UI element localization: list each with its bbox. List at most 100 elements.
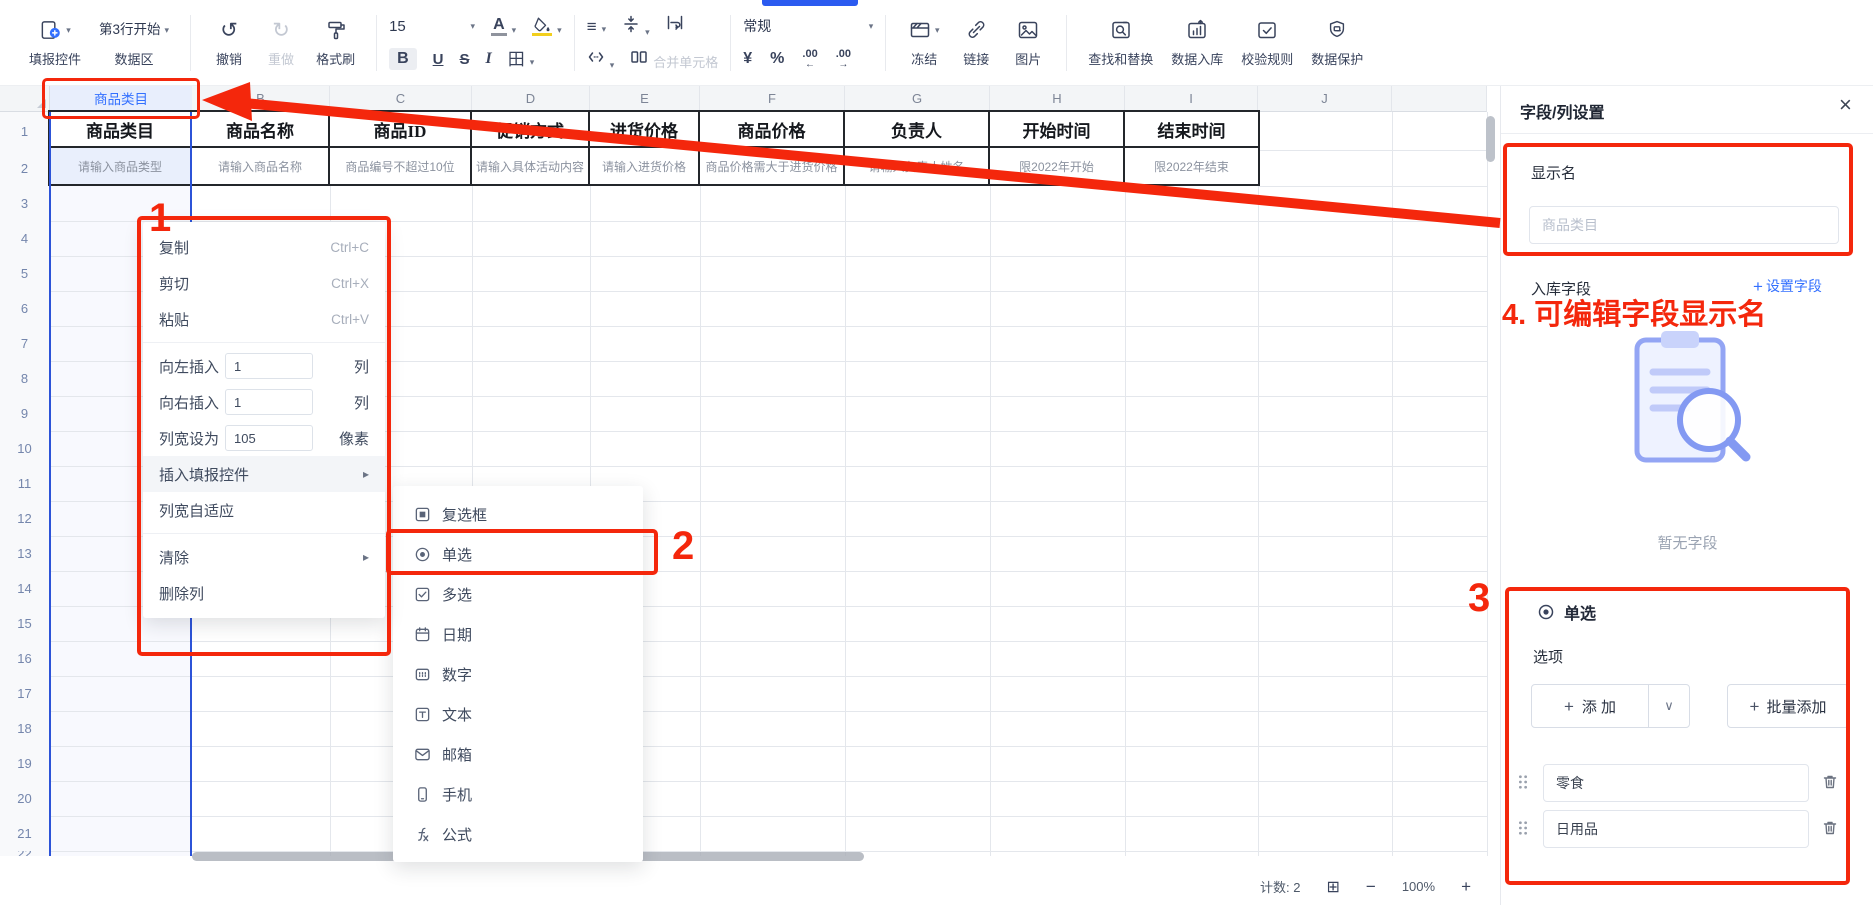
data-area-selector[interactable]: 第3行开始 ▾ 数据区 [90,6,178,80]
row-header-14[interactable]: 14 [0,571,50,606]
number-format-select[interactable]: 常规 [743,16,771,36]
column-header-B[interactable]: B [192,86,330,112]
header-cell[interactable]: 商品价格 [700,112,845,148]
row-header-18[interactable]: 18 [0,711,50,746]
row-header-7[interactable]: 7 [0,326,50,361]
percent-format-button[interactable]: % [770,50,784,68]
option-value-input[interactable]: 日用品 [1543,810,1809,848]
italic-button[interactable]: I [486,50,492,68]
row-header-20[interactable]: 20 [0,781,50,816]
row-header-21[interactable]: 21 [0,816,50,851]
header-cell[interactable]: 结束时间 [1125,112,1258,148]
image-button[interactable]: 图片 [1002,6,1054,80]
undo-button[interactable]: ↺ 撤销 [203,6,255,80]
delete-option-icon[interactable] [1821,819,1841,839]
submenu-item-2[interactable]: 多选 [393,574,643,614]
header-cell[interactable]: 促销方式 [472,112,590,148]
fill-control-button[interactable]: ▾ 填报控件 [20,6,90,80]
bold-button[interactable]: B [389,48,417,70]
row-header-10[interactable]: 10 [0,431,50,466]
column-header-a-field-tab[interactable]: 商品类目 [50,86,192,112]
placeholder-cell[interactable]: 请输入商品类型 [50,148,192,184]
menu-item-10[interactable]: 清除▸ [143,539,385,575]
header-cell[interactable]: 开始时间 [990,112,1125,148]
placeholder-cell[interactable]: 商品编号不超过10位 [330,148,472,184]
column-header-G[interactable]: G [845,86,990,112]
menu-item-1[interactable]: 剪切Ctrl+X [143,265,385,301]
menu-item-11[interactable]: 删除列 [143,575,385,611]
decrease-decimal-button[interactable]: .00← [802,49,817,70]
submenu-item-7[interactable]: 手机 [393,774,643,814]
row-header-3[interactable]: 3 [0,186,50,221]
submenu-item-3[interactable]: 日期 [393,614,643,654]
vertical-scrollbar[interactable] [1486,116,1495,162]
wrap-text-button[interactable] [666,15,684,38]
row-header-6[interactable]: 6 [0,291,50,326]
display-name-input[interactable]: 商品类目 [1529,206,1839,244]
column-header-J[interactable]: J [1258,86,1392,112]
row-header-9[interactable]: 9 [0,396,50,431]
column-header-D[interactable]: D [472,86,590,112]
drag-handle-icon[interactable] [1516,819,1532,839]
font-size-select[interactable]: 15 ▾ [389,18,475,35]
submenu-item-1[interactable]: 单选 [393,534,643,574]
row-header-4[interactable]: 4 [0,221,50,256]
placeholder-cell[interactable]: 请输入进货价格 [590,148,700,184]
zoom-in-button[interactable]: + [1461,877,1471,897]
column-header-extra-10[interactable] [1392,86,1487,112]
row-header-5[interactable]: 5 [0,256,50,291]
row-header-1[interactable]: 1 [0,112,50,150]
close-icon[interactable]: × [1839,94,1852,116]
row-header-22[interactable]: 22 [0,851,50,856]
header-cell[interactable]: 负责人 [845,112,990,148]
row-header-8[interactable]: 8 [0,361,50,396]
header-cell[interactable]: 商品名称 [192,112,330,148]
submenu-item-0[interactable]: 复选框 [393,494,643,534]
submenu-item-5[interactable]: 文本 [393,694,643,734]
redo-button[interactable]: ↻ 重做 [255,6,307,80]
row-header-16[interactable]: 16 [0,641,50,676]
horizontal-align-button[interactable]: ≡ ▾ [587,18,606,35]
menu-inline-input[interactable]: 1 [225,353,313,379]
menu-item-5[interactable]: 向右插入1列 [143,384,385,420]
select-all-corner[interactable] [0,86,50,112]
menu-item-4[interactable]: 向左插入1列 [143,348,385,384]
menu-item-6[interactable]: 列宽设为105像素 [143,420,385,456]
menu-inline-input[interactable]: 1 [225,389,313,415]
add-option-button[interactable]: + 添 加 ∨ [1531,684,1690,728]
row-header-15[interactable]: 15 [0,606,50,641]
data-import-button[interactable]: 数据入库 [1162,6,1232,80]
submenu-item-8[interactable]: 公式 [393,814,643,854]
menu-item-8[interactable]: 列宽自适应 [143,492,385,528]
font-color-button[interactable]: A ▾ [491,16,516,37]
strikethrough-button[interactable]: S [459,51,469,68]
row-header-17[interactable]: 17 [0,676,50,711]
placeholder-cell[interactable]: 商品价格需大于进货价格 [700,148,845,184]
row-header-12[interactable]: 12 [0,501,50,536]
header-cell[interactable]: 商品类目 [50,112,192,148]
row-header-2[interactable]: 2 [0,150,50,186]
placeholder-cell[interactable]: 请输入负责人姓名 [845,148,990,184]
menu-item-2[interactable]: 粘贴Ctrl+V [143,301,385,337]
column-header-E[interactable]: E [590,86,700,112]
freeze-button[interactable]: ▾ 冻结 [898,6,950,80]
column-header-I[interactable]: I [1125,86,1258,112]
row-header-13[interactable]: 13 [0,536,50,571]
header-cell[interactable]: 商品ID [330,112,472,148]
header-cell[interactable]: 进货价格 [590,112,700,148]
placeholder-cell[interactable]: 请输入商品名称 [192,148,330,184]
submenu-item-6[interactable]: 邮箱 [393,734,643,774]
drag-handle-icon[interactable] [1516,773,1532,793]
batch-add-button[interactable]: + 批量添加 [1727,684,1849,728]
menu-item-7[interactable]: 插入填报控件▸ [143,456,385,492]
find-replace-button[interactable]: 查找和替换 [1079,6,1162,80]
indent-button[interactable]: ▾ [587,48,615,71]
validation-rules-button[interactable]: 校验规则 [1232,6,1302,80]
fill-color-button[interactable]: ▾ [532,16,562,36]
placeholder-cell[interactable]: 请输入具体活动内容 [472,148,590,184]
menu-item-0[interactable]: 复制Ctrl+C [143,229,385,265]
submenu-item-4[interactable]: 数字 [393,654,643,694]
placeholder-cell[interactable]: 限2022年开始 [990,148,1125,184]
menu-inline-input[interactable]: 105 [225,425,313,451]
column-header-C[interactable]: C [330,86,472,112]
